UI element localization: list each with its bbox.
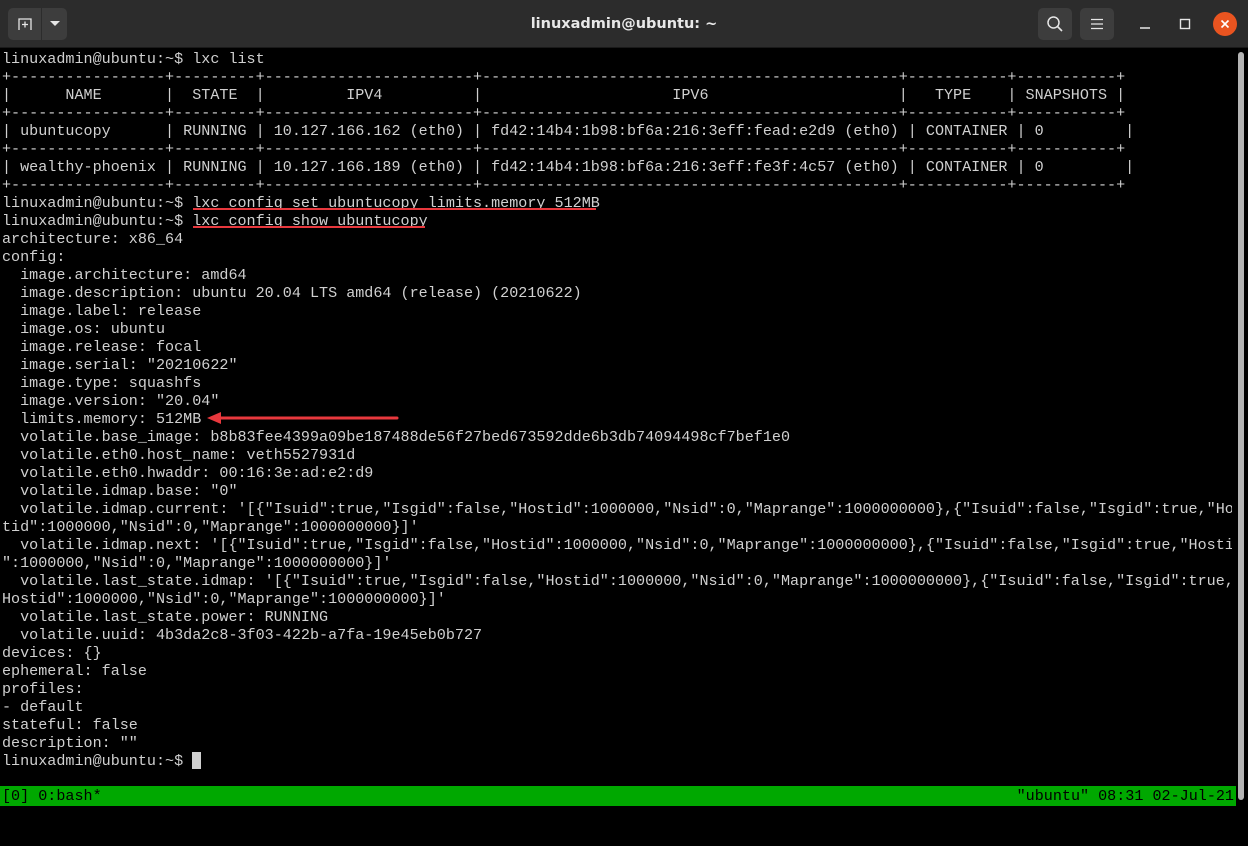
tmux-status-bar: [0] 0:bash* "ubuntu" 08:31 02-Jul-21	[0, 786, 1236, 806]
terminal-cursor	[192, 752, 202, 769]
terminal-line: linuxadmin@ubuntu:~$ lxc config set ubun…	[2, 194, 600, 212]
search-button[interactable]	[1038, 8, 1072, 40]
terminal-line: architecture: x86_64	[2, 230, 184, 248]
minimize-icon	[1140, 27, 1150, 29]
terminal-line: - default	[2, 698, 84, 716]
maximize-icon	[1179, 18, 1191, 30]
scrollbar-thumb[interactable]	[1238, 52, 1244, 800]
title-bar: linuxadmin@ubuntu: ~	[0, 0, 1248, 48]
annotation-arrow-icon	[207, 412, 399, 424]
terminal-line: image.serial: "20210622"	[2, 356, 238, 374]
terminal-line: Hostid":1000000,"Nsid":0,"Maprange":1000…	[2, 590, 446, 608]
terminal-line: linuxadmin@ubuntu:~$ lxc config show ubu…	[2, 212, 428, 230]
terminal-line: devices: {}	[2, 644, 102, 662]
terminal-line: +-----------------+---------+-----------…	[2, 140, 1126, 158]
terminal-text: linuxadmin@ubuntu:~$ lxc list +----------…	[2, 50, 1232, 770]
terminal-output[interactable]: linuxadmin@ubuntu:~$ lxc list +----------…	[0, 48, 1232, 786]
terminal-line: volatile.uuid: 4b3da2c8-3f03-422b-a7fa-1…	[2, 626, 483, 644]
terminal-line: limits.memory: 512MB	[2, 410, 202, 428]
terminal-line: stateful: false	[2, 716, 138, 734]
terminal-line: image.type: squashfs	[2, 374, 202, 392]
terminal-line: image.architecture: amd64	[2, 266, 247, 284]
terminal-line: volatile.eth0.hwaddr: 00:16:3e:ad:e2:d9	[2, 464, 374, 482]
hamburger-menu-icon	[1091, 18, 1103, 30]
terminal-line: +-----------------+---------+-----------…	[2, 176, 1126, 194]
close-button[interactable]	[1213, 12, 1237, 36]
terminal-line: profiles:	[2, 680, 84, 698]
annotation-underline-show-command	[193, 226, 425, 228]
terminal-line: linuxadmin@ubuntu:~$	[2, 752, 1232, 770]
terminal-line: image.version: "20.04"	[2, 392, 220, 410]
terminal-line: volatile.last_state.power: RUNNING	[2, 608, 329, 626]
menu-button[interactable]	[1080, 8, 1114, 40]
terminal-line: volatile.eth0.host_name: veth5527931d	[2, 446, 356, 464]
terminal-line: config:	[2, 248, 66, 266]
terminal-line: | ubuntucopy | RUNNING | 10.127.166.162 …	[2, 122, 1135, 140]
terminal-line: image.release: focal	[2, 338, 202, 356]
search-icon	[1047, 16, 1063, 32]
terminal-line: +-----------------+---------+-----------…	[2, 104, 1126, 122]
terminal-line: +-----------------+---------+-----------…	[2, 68, 1126, 86]
terminal-line: description: ""	[2, 734, 138, 752]
terminal-line: tid":1000000,"Nsid":0,"Maprange":1000000…	[2, 518, 419, 536]
tmux-status-right: "ubuntu" 08:31 02-Jul-21	[1016, 787, 1234, 805]
terminal-line: volatile.idmap.next: '[{"Isuid":true,"Is…	[2, 536, 1232, 554]
terminal-line: ":1000000,"Nsid":0,"Maprange":1000000000…	[2, 554, 392, 572]
terminal-line: ephemeral: false	[2, 662, 147, 680]
terminal-line: image.label: release	[2, 302, 202, 320]
terminal-line: linuxadmin@ubuntu:~$ lxc list	[2, 50, 265, 68]
tmux-window-list[interactable]: [0] 0:bash*	[2, 786, 102, 806]
terminal-line: volatile.idmap.current: '[{"Isuid":true,…	[2, 500, 1232, 518]
terminal-scrollbar[interactable]	[1238, 50, 1246, 802]
terminal-line: image.os: ubuntu	[2, 320, 166, 338]
terminal-line: volatile.base_image: b8b83fee4399a09be18…	[2, 428, 791, 446]
close-icon	[1220, 19, 1230, 29]
terminal-line: volatile.idmap.base: "0"	[2, 482, 238, 500]
maximize-button[interactable]	[1173, 12, 1197, 36]
terminal-line: volatile.last_state.idmap: '[{"Isuid":tr…	[2, 572, 1232, 590]
terminal-line: | NAME | STATE | IPV4 | IPV6 | TYPE | SN…	[2, 86, 1126, 104]
terminal-line: image.description: ubuntu 20.04 LTS amd6…	[2, 284, 582, 302]
terminal-line: | wealthy-phoenix | RUNNING | 10.127.166…	[2, 158, 1135, 176]
annotation-underline-set-command	[193, 208, 596, 210]
minimize-button[interactable]	[1133, 12, 1157, 36]
